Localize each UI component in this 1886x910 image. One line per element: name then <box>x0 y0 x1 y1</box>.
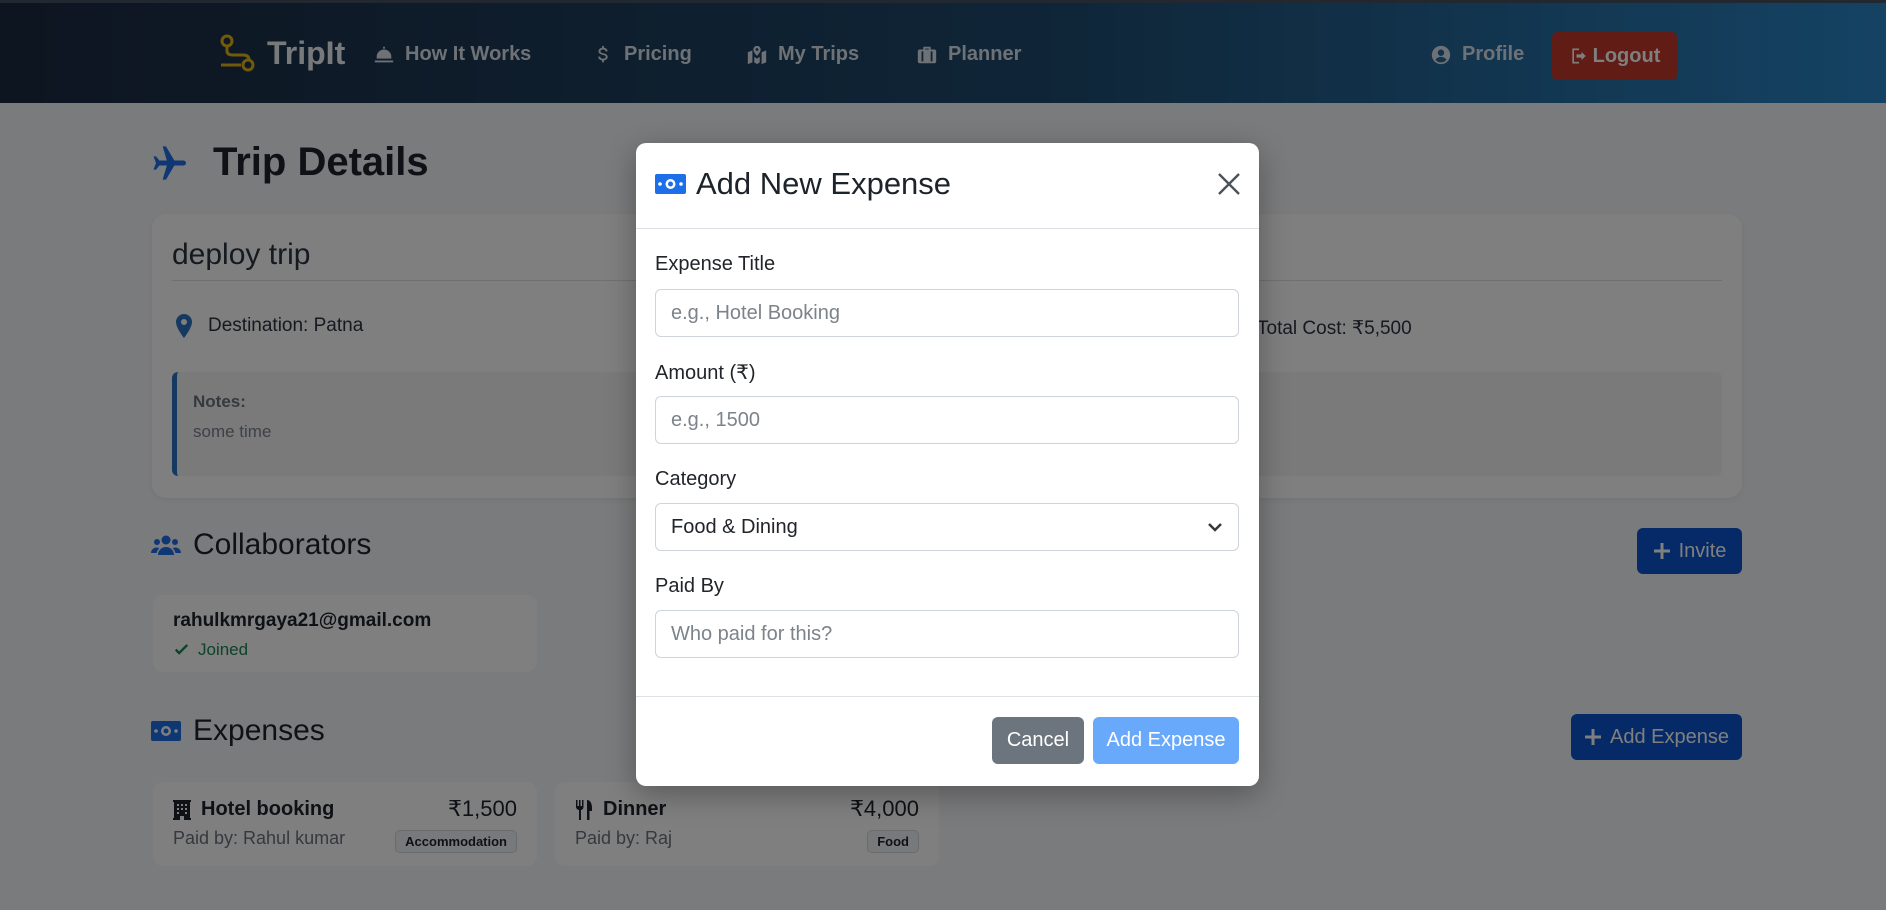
amount-label: Amount (₹) <box>655 362 756 384</box>
category-label: Category <box>655 468 737 490</box>
money-bill-icon <box>655 174 686 194</box>
expense-title-label: Expense Title <box>655 253 776 275</box>
modal-title: Add New Expense <box>655 166 951 202</box>
modal-header: Add New Expense <box>636 143 1259 229</box>
add-expense-modal: Add New Expense Expense Title Amount (₹)… <box>636 143 1259 786</box>
paid-by-input[interactable] <box>655 610 1239 658</box>
expense-title-input[interactable] <box>655 289 1239 337</box>
modal-footer: Cancel Add Expense <box>636 696 1259 786</box>
chevron-down-icon <box>1208 523 1222 532</box>
category-selected-value: Food & Dining <box>671 515 798 538</box>
paid-by-label: Paid By <box>655 575 724 597</box>
cancel-button[interactable]: Cancel <box>992 717 1084 764</box>
close-icon <box>1218 173 1240 195</box>
add-expense-button[interactable]: Add Expense <box>1093 717 1239 764</box>
category-select[interactable]: Food & Dining <box>655 503 1239 551</box>
amount-input[interactable] <box>655 396 1239 444</box>
modal-title-text: Add New Expense <box>696 166 952 201</box>
close-button[interactable] <box>1216 171 1242 197</box>
